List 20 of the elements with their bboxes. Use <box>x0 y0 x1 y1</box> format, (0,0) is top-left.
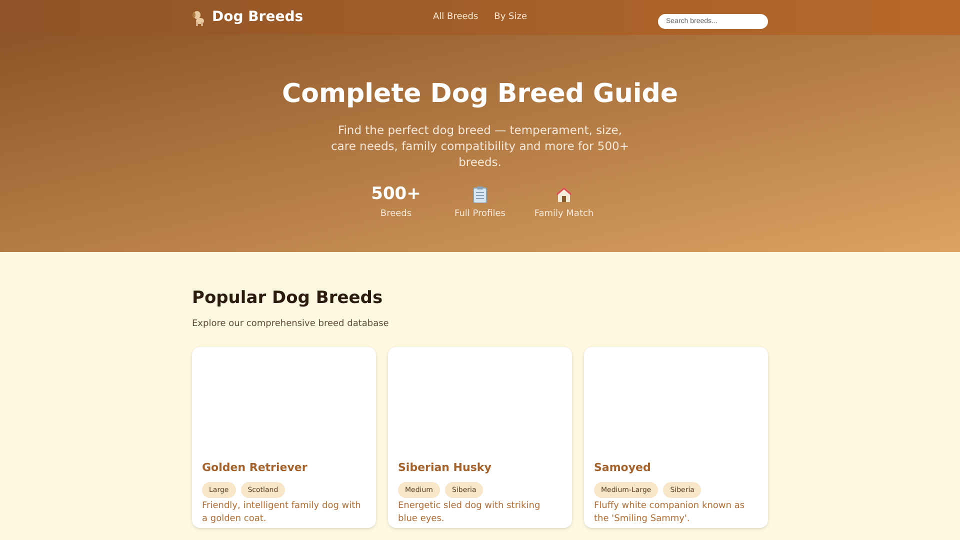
breed-name: Siberian Husky <box>398 460 492 476</box>
house-icon <box>555 186 573 202</box>
section-title: Popular Dog Breeds <box>192 287 384 310</box>
stat-label: Family Match <box>534 208 594 221</box>
clipboard-icon <box>473 186 487 202</box>
breed-description: Energetic sled dog with striking blue eyes. <box>398 500 542 526</box>
hero-title: Complete Dog Breed Guide <box>282 78 678 110</box>
hero-subtitle: Find the perfect dog breed — temperament, size, care needs, family compatibility and more for 500+ breeds. <box>330 122 630 170</box>
stat-value: 500+ <box>371 184 421 204</box>
site-logo[interactable]: Dog Breeds <box>212 7 304 28</box>
breed-name: Golden Retriever <box>202 460 308 476</box>
nav-link[interactable]: By Size <box>494 10 528 24</box>
breed-description: Friendly, intelligent family dog with a golden coat. <box>202 500 362 526</box>
breed-name: Samoyed <box>594 460 652 476</box>
stat-label: Breeds <box>380 208 412 221</box>
stat-label: Full Profiles <box>454 208 506 221</box>
nav-link[interactable]: All Breeds <box>433 10 478 24</box>
dog-icon <box>192 10 206 26</box>
section-subtitle: Explore our comprehensive breed database <box>192 318 390 330</box>
breed-description: Fluffy white companion known as the 'Smiling Sammy'. <box>594 500 746 526</box>
